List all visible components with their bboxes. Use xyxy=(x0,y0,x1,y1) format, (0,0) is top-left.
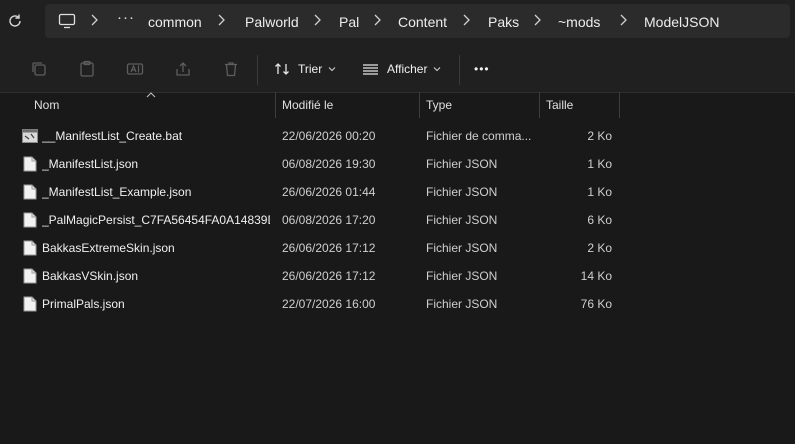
breadcrumb-item-common[interactable]: common xyxy=(148,14,202,30)
monitor-icon[interactable] xyxy=(58,13,76,29)
file-size: 76 Ko xyxy=(580,297,612,311)
breadcrumb-item-pal[interactable]: Pal xyxy=(339,14,359,30)
column-header-modified[interactable]: Modifié le xyxy=(282,98,333,112)
file-name: BakkasVSkin.json xyxy=(42,269,139,283)
file-size: 6 Ko xyxy=(587,213,612,227)
file-row[interactable]: _ManifestList.json 06/08/2026 19:30 Fich… xyxy=(0,150,795,178)
file-modified: 06/08/2026 19:30 xyxy=(282,157,376,171)
share-icon[interactable] xyxy=(174,60,192,78)
sort-label: Trier xyxy=(298,62,323,76)
file-name: __ManifestList_Create.bat xyxy=(42,129,183,143)
file-row[interactable]: BakkasExtremeSkin.json 26/06/2026 17:12 … xyxy=(0,234,795,262)
file-size: 1 Ko xyxy=(587,185,612,199)
file-type: Fichier JSON xyxy=(426,157,498,171)
file-icon xyxy=(23,184,37,200)
file-type: Fichier JSON xyxy=(426,297,498,311)
view-label: Afficher xyxy=(387,62,428,76)
refresh-icon[interactable] xyxy=(6,12,24,30)
file-row[interactable]: __ManifestList_Create.bat 22/06/2026 00:… xyxy=(0,122,795,150)
chevron-down-icon xyxy=(434,67,441,72)
file-type: Fichier JSON xyxy=(426,269,498,283)
chevron-right-icon[interactable] xyxy=(461,13,471,27)
ellipsis-icon[interactable]: ··· xyxy=(117,9,135,26)
file-size: 1 Ko xyxy=(587,157,612,171)
sort-icon xyxy=(275,63,289,75)
batch-file-icon xyxy=(22,129,38,143)
column-header-name[interactable]: Nom xyxy=(34,98,59,112)
rename-icon[interactable] xyxy=(126,60,144,78)
file-type: Fichier JSON xyxy=(426,213,498,227)
file-modified: 22/06/2026 00:20 xyxy=(282,129,376,143)
view-button[interactable]: Afficher xyxy=(362,59,441,79)
chevron-right-icon[interactable] xyxy=(618,13,628,27)
delete-icon[interactable] xyxy=(222,60,240,78)
chevron-right-icon[interactable] xyxy=(532,13,542,27)
copy-icon[interactable] xyxy=(30,60,48,78)
column-resize-handle[interactable] xyxy=(275,92,276,118)
chevron-right-icon[interactable] xyxy=(216,13,226,27)
breadcrumb-item-content[interactable]: Content xyxy=(398,14,447,30)
file-row[interactable]: _ManifestList_Example.json 26/06/2026 01… xyxy=(0,178,795,206)
file-name: _PalMagicPersist_C7FA56454FA0A14839D... xyxy=(42,213,270,227)
file-size: 14 Ko xyxy=(580,269,612,283)
file-name: _ManifestList_Example.json xyxy=(42,185,192,199)
file-icon xyxy=(23,268,37,284)
command-bar: Trier Afficher ••• xyxy=(0,42,795,93)
paste-icon[interactable] xyxy=(78,60,96,78)
file-modified: 26/06/2026 01:44 xyxy=(282,185,376,199)
file-row[interactable]: _PalMagicPersist_C7FA56454FA0A14839D... … xyxy=(0,206,795,234)
chevron-right-icon[interactable] xyxy=(89,13,99,27)
chevron-right-icon[interactable] xyxy=(312,13,322,27)
toolbar-divider xyxy=(257,55,258,85)
list-view-icon xyxy=(363,64,378,75)
sort-button[interactable]: Trier xyxy=(274,59,336,79)
toolbar-divider xyxy=(459,55,460,85)
file-modified: 22/07/2026 16:00 xyxy=(282,297,376,311)
column-header: Nom Modifié le Type Taille xyxy=(0,92,795,118)
more-options-icon[interactable]: ••• xyxy=(474,62,490,76)
chevron-right-icon[interactable] xyxy=(372,13,382,27)
column-header-type[interactable]: Type xyxy=(426,98,452,112)
file-icon xyxy=(23,212,37,228)
file-name: _ManifestList.json xyxy=(42,157,139,171)
file-icon xyxy=(23,156,37,172)
file-modified: 26/06/2026 17:12 xyxy=(282,269,376,283)
file-size: 2 Ko xyxy=(587,241,612,255)
file-modified: 06/08/2026 17:20 xyxy=(282,213,376,227)
breadcrumb[interactable]: ··· common Palworld Pal Content Paks ~mo… xyxy=(45,4,790,38)
breadcrumb-item-palworld[interactable]: Palworld xyxy=(245,14,299,30)
file-name: BakkasExtremeSkin.json xyxy=(42,241,175,255)
breadcrumb-item-paks[interactable]: Paks xyxy=(488,14,519,30)
file-name: PrimalPals.json xyxy=(42,297,125,311)
file-row[interactable]: PrimalPals.json 22/07/2026 16:00 Fichier… xyxy=(0,290,795,318)
file-icon xyxy=(23,240,37,256)
file-modified: 26/06/2026 17:12 xyxy=(282,241,376,255)
file-type: Fichier JSON xyxy=(426,241,498,255)
file-row[interactable]: BakkasVSkin.json 26/06/2026 17:12 Fichie… xyxy=(0,262,795,290)
breadcrumb-item-modeljson[interactable]: ModelJSON xyxy=(644,14,719,30)
address-row: ··· common Palworld Pal Content Paks ~mo… xyxy=(0,0,795,42)
column-resize-handle[interactable] xyxy=(419,92,420,118)
column-resize-handle[interactable] xyxy=(619,92,620,118)
breadcrumb-item-mods[interactable]: ~mods xyxy=(558,14,600,30)
file-type: Fichier de comma... xyxy=(426,129,532,143)
file-list: __ManifestList_Create.bat 22/06/2026 00:… xyxy=(0,122,795,318)
column-header-size[interactable]: Taille xyxy=(546,98,573,112)
file-type: Fichier JSON xyxy=(426,185,498,199)
chevron-down-icon xyxy=(328,67,336,72)
file-size: 2 Ko xyxy=(587,129,612,143)
sort-ascending-icon xyxy=(146,92,156,98)
file-icon xyxy=(23,296,37,312)
column-resize-handle[interactable] xyxy=(539,92,540,118)
